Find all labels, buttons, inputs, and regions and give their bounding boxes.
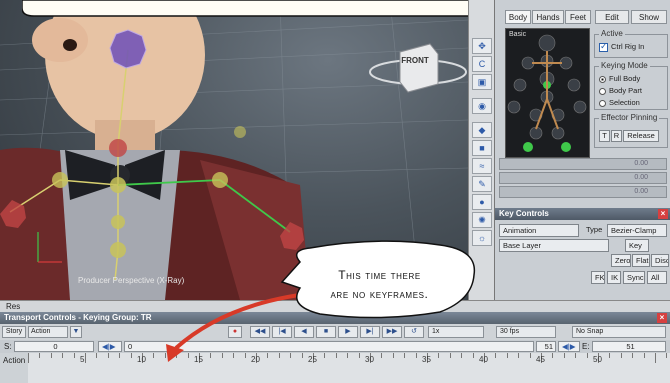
callout-arrow [166, 240, 476, 362]
callout-line: are no keyframes. [330, 287, 429, 301]
callout-text: This time there are no keyframes. [287, 266, 472, 304]
callout-bubble: This time there are no keyframes. [287, 258, 472, 318]
callout-line: This time there [338, 268, 421, 282]
